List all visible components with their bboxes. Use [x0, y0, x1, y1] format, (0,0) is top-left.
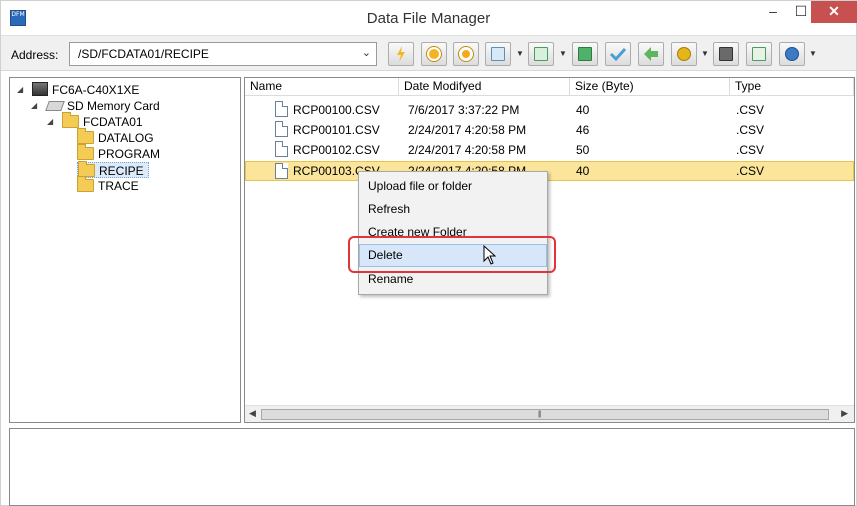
file-row[interactable]: RCP00101.CSV 2/24/2017 4:20:58 PM 46 .CS…	[245, 120, 854, 140]
folder-icon	[77, 176, 94, 192]
document-icon	[275, 163, 288, 179]
download-button[interactable]	[485, 42, 511, 66]
download-icon	[491, 47, 505, 61]
file-type: .CSV	[736, 143, 765, 157]
data-file-manager-window: DFM Data File Manager – ☐ ✕ Address: /SD…	[0, 0, 857, 506]
highlight-annotation	[348, 236, 556, 273]
file-type: .CSV	[736, 164, 765, 178]
transfer-icon	[578, 47, 592, 61]
menu-item-refresh[interactable]: Refresh	[359, 198, 547, 221]
tree-node-fcdata01[interactable]: ◢ FCDATA01	[47, 112, 143, 130]
help-dropdown-icon[interactable]: ▼	[809, 49, 817, 58]
expand-triangle-icon[interactable]: ◢	[17, 82, 23, 98]
import-button[interactable]	[746, 42, 772, 66]
tree-node-label: FCDATA01	[83, 115, 143, 129]
file-size: 50	[576, 143, 590, 157]
settings-icon	[677, 47, 691, 61]
folder-icon	[77, 144, 94, 160]
grip-icon: |||	[538, 411, 542, 418]
help-icon	[785, 47, 799, 61]
export-icon	[719, 47, 733, 61]
close-button[interactable]: ✕	[811, 1, 857, 23]
column-header-name[interactable]: Name	[245, 78, 399, 96]
settings-button[interactable]	[671, 42, 697, 66]
stop-button[interactable]	[453, 42, 479, 66]
toolbar: Address: /SD/FCDATA01/RECIPE ⌄ ▼ ▼ ▼ ▼	[1, 35, 856, 71]
back-icon	[644, 47, 658, 61]
tree-node-datalog[interactable]: DATALOG	[77, 128, 154, 146]
output-panel	[9, 428, 855, 506]
tree-node-device[interactable]: ◢ FC6A-C40X1XE	[17, 82, 140, 98]
sd-card-icon	[45, 101, 65, 111]
address-combobox[interactable]: /SD/FCDATA01/RECIPE ⌄	[69, 42, 377, 66]
document-icon	[275, 101, 288, 117]
address-value[interactable]: /SD/FCDATA01/RECIPE	[78, 47, 209, 61]
folder-icon	[62, 112, 79, 128]
settings-dropdown-icon[interactable]: ▼	[701, 49, 709, 58]
tree-node-program[interactable]: PROGRAM	[77, 144, 161, 162]
connect-icon	[397, 46, 405, 62]
tree-node-trace[interactable]: TRACE	[77, 176, 139, 194]
folder-icon	[77, 128, 94, 144]
file-row-selected[interactable]: RCP00103.CSV 2/24/2017 4:20:58 PM 40 .CS…	[245, 161, 854, 181]
file-row[interactable]: RCP00102.CSV 2/24/2017 4:20:58 PM 50 .CS…	[245, 140, 854, 160]
upload-button[interactable]	[528, 42, 554, 66]
tree-node-label: PROGRAM	[98, 147, 161, 161]
column-header-type[interactable]: Type	[730, 78, 854, 96]
run-button[interactable]	[421, 42, 447, 66]
import-icon	[752, 47, 766, 61]
column-header-date[interactable]: Date Modifyed	[399, 78, 570, 96]
plc-device-icon	[32, 82, 48, 96]
tree-node-sd-card[interactable]: ◢ SD Memory Card	[31, 98, 160, 114]
menu-item-upload[interactable]: Upload file or folder	[359, 175, 547, 198]
back-button[interactable]	[638, 42, 664, 66]
check-icon	[609, 47, 627, 62]
file-type: .CSV	[736, 103, 765, 117]
file-size: 46	[576, 123, 590, 137]
file-date: 7/6/2017 3:37:22 PM	[408, 103, 520, 117]
connect-button[interactable]	[388, 42, 414, 66]
file-type: .CSV	[736, 123, 765, 137]
expand-triangle-icon[interactable]: ◢	[31, 98, 37, 114]
file-size: 40	[576, 164, 590, 178]
mouse-pointer-icon	[483, 245, 497, 265]
folder-tree: ◢ FC6A-C40X1XE ◢ SD Memory Card ◢ FCDATA…	[9, 77, 241, 423]
minimize-button[interactable]: –	[759, 1, 787, 23]
file-name: RCP00100.CSV	[293, 103, 380, 117]
file-size: 40	[576, 103, 590, 117]
chevron-down-icon[interactable]: ⌄	[362, 46, 371, 59]
tree-node-label: TRACE	[98, 179, 139, 193]
file-name: RCP00102.CSV	[293, 143, 380, 157]
download-dropdown-icon[interactable]: ▼	[516, 49, 524, 58]
stop-icon	[459, 47, 473, 61]
document-icon	[275, 141, 288, 157]
tree-node-recipe[interactable]: RECIPE	[77, 161, 149, 178]
export-button[interactable]	[713, 42, 739, 66]
scroll-right-icon[interactable]: ▶	[841, 408, 848, 419]
document-icon	[275, 121, 288, 137]
window-title: Data File Manager	[366, 10, 491, 27]
upload-dropdown-icon[interactable]: ▼	[559, 49, 567, 58]
check-button[interactable]	[605, 42, 631, 66]
tree-node-label: FC6A-C40X1XE	[52, 83, 140, 97]
tree-node-label: RECIPE	[99, 164, 144, 178]
help-button[interactable]	[779, 42, 805, 66]
tree-node-label: SD Memory Card	[67, 99, 160, 113]
context-menu: Upload file or folder Refresh Create new…	[358, 171, 548, 295]
scrollbar-thumb[interactable]: |||	[261, 409, 829, 420]
title-bar: DFM Data File Manager – ☐ ✕	[1, 1, 857, 35]
file-date: 2/24/2017 4:20:58 PM	[408, 123, 527, 137]
transfer-button[interactable]	[572, 42, 598, 66]
column-header-size[interactable]: Size (Byte)	[570, 78, 730, 96]
expand-triangle-icon[interactable]: ◢	[47, 114, 53, 130]
horizontal-scrollbar[interactable]: ◀ ||| ▶	[245, 405, 854, 422]
file-date: 2/24/2017 4:20:58 PM	[408, 143, 527, 157]
address-label: Address:	[11, 48, 59, 62]
run-icon	[427, 47, 441, 61]
file-name: RCP00101.CSV	[293, 123, 380, 137]
scroll-left-icon[interactable]: ◀	[249, 408, 256, 419]
tree-node-label: DATALOG	[98, 131, 154, 145]
upload-icon	[534, 47, 548, 61]
file-row[interactable]: RCP00100.CSV 7/6/2017 3:37:22 PM 40 .CSV	[245, 100, 854, 120]
